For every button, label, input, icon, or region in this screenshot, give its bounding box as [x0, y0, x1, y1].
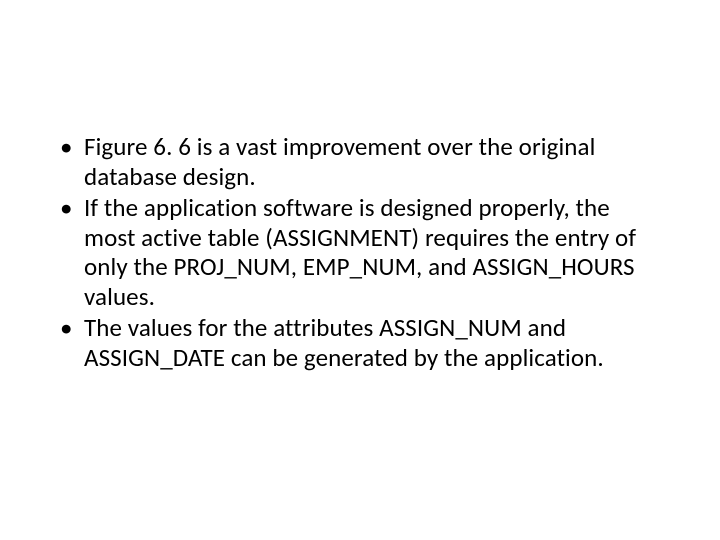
bullet-list: Figure 6. 6 is a vast improvement over t… — [56, 132, 664, 372]
list-item: Figure 6. 6 is a vast improvement over t… — [56, 132, 664, 191]
list-item: The values for the attributes ASSIGN_NUM… — [56, 313, 664, 372]
slide: Figure 6. 6 is a vast improvement over t… — [0, 0, 720, 540]
list-item: If the application software is designed … — [56, 193, 664, 311]
